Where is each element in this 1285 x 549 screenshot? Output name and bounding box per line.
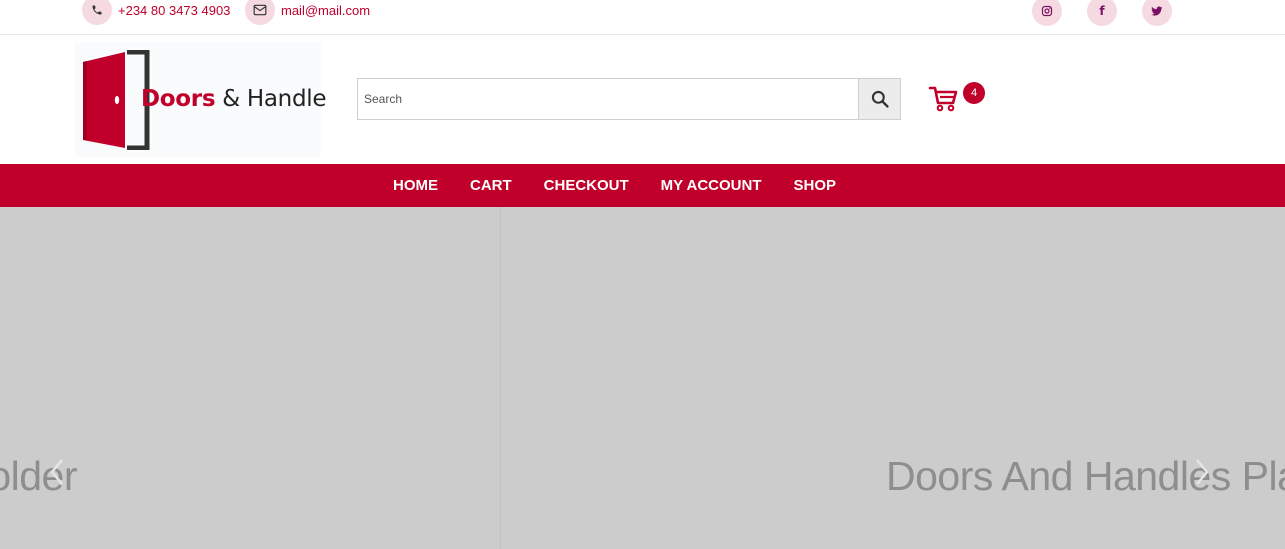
email-contact[interactable]: mail@mail.com: [245, 0, 370, 27]
phone-contact[interactable]: +234 80 3473 4903: [82, 0, 230, 27]
site-header: Doors & Handle 4: [0, 35, 1285, 164]
facebook-icon: f: [1087, 0, 1117, 26]
top-bar: +234 80 3473 4903 mail@mail.com f: [0, 0, 1285, 35]
search-input[interactable]: [358, 79, 861, 119]
slider-prev-arrow-icon[interactable]: [47, 457, 67, 487]
nav-item-my-account[interactable]: MY ACCOUNT: [645, 177, 778, 194]
site-logo[interactable]: Doors & Handle: [75, 42, 327, 157]
email-address[interactable]: mail@mail.com: [281, 3, 370, 18]
logo-wordmark: Doors & Handle: [141, 86, 327, 112]
search-bar: [357, 78, 901, 120]
facebook-link[interactable]: f: [1087, 0, 1117, 26]
hero-slider[interactable]: Doors And Handles Placeholder Doors And …: [0, 207, 1285, 549]
nav-item-checkout[interactable]: CHECKOUT: [528, 177, 645, 194]
slide-placeholder-text: Doors And Handles Placeholder: [886, 453, 1285, 499]
nav-item-cart[interactable]: CART: [454, 177, 528, 194]
twitter-icon: [1142, 0, 1172, 26]
instagram-link[interactable]: [1032, 0, 1062, 26]
cart-count-badge: 4: [963, 82, 985, 104]
nav-item-home[interactable]: HOME: [377, 177, 454, 194]
phone-icon: [82, 0, 112, 25]
instagram-icon: [1032, 0, 1062, 26]
twitter-link[interactable]: [1142, 0, 1172, 26]
slider-next-arrow-icon[interactable]: [1192, 457, 1212, 487]
search-button[interactable]: [858, 79, 900, 119]
envelope-icon: [245, 0, 275, 25]
main-navigation: HOME CART CHECKOUT MY ACCOUNT SHOP: [0, 164, 1285, 207]
phone-number[interactable]: +234 80 3473 4903: [118, 3, 230, 18]
search-icon: [871, 90, 889, 108]
cart-button[interactable]: 4: [928, 82, 988, 123]
shopping-cart-icon: [928, 86, 958, 112]
slide-divider: [500, 207, 501, 549]
nav-item-shop[interactable]: SHOP: [778, 177, 853, 194]
